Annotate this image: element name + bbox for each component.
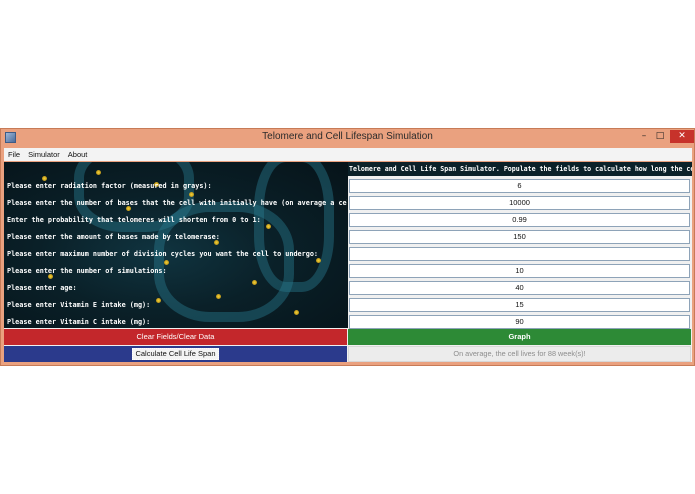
title-bar: Telomere and Cell Lifespan Simulation – …	[1, 129, 694, 146]
label-simulations: Please enter the number of simulations:	[7, 267, 167, 275]
telomere-dot	[189, 192, 194, 197]
simulations-input[interactable]: 10	[349, 264, 690, 278]
division-cycles-input[interactable]	[349, 247, 690, 261]
label-radiation: Please enter radiation factor (measured …	[7, 182, 212, 190]
label-vitamin-e: Please enter Vitamin E intake (mg):	[7, 301, 151, 309]
telomere-dot	[96, 170, 101, 175]
telomere-dot	[42, 176, 47, 181]
telomere-dot	[294, 310, 299, 315]
maximize-button[interactable]: □	[653, 130, 667, 143]
telomerase-bases-input[interactable]: 150	[349, 230, 690, 244]
menu-file[interactable]: File	[8, 150, 20, 159]
menu-simulator[interactable]: Simulator	[28, 150, 60, 159]
age-input[interactable]: 40	[349, 281, 690, 295]
close-button[interactable]: ✕	[670, 130, 694, 143]
label-vitamin-c: Please enter Vitamin C intake (mg):	[7, 318, 151, 326]
menu-bar: File Simulator About	[4, 148, 692, 161]
label-age: Please enter age:	[7, 284, 77, 292]
menu-about[interactable]: About	[68, 150, 88, 159]
telomere-dot	[266, 224, 271, 229]
telomere-dot	[164, 260, 169, 265]
minimize-button[interactable]: –	[637, 130, 651, 143]
initial-bases-input[interactable]: 10000	[349, 196, 690, 210]
label-initial-bases: Please enter the number of bases that th…	[7, 199, 347, 207]
instructions-header: Telomere and Cell Life Span Simulator. P…	[349, 165, 692, 173]
graph-button[interactable]: Graph	[348, 329, 691, 345]
content-area: Telomere and Cell Life Span Simulator. P…	[4, 162, 692, 362]
clear-fields-button[interactable]: Clear Fields/Clear Data	[4, 329, 347, 345]
label-telomerase-bases: Please enter the amount of bases made by…	[7, 233, 220, 241]
vitamin-e-input[interactable]: 15	[349, 298, 690, 312]
vitamin-c-input[interactable]: 90	[349, 315, 690, 329]
result-display: On average, the cell lives for 88 week(s…	[348, 346, 691, 362]
app-window: Telomere and Cell Lifespan Simulation – …	[0, 128, 695, 366]
radiation-input[interactable]: 6	[349, 179, 690, 193]
label-shorten-probability: Enter the probability that telomeres wil…	[7, 216, 261, 224]
label-division-cycles: Please enter maximum number of division …	[7, 250, 318, 258]
window-title: Telomere and Cell Lifespan Simulation	[262, 131, 433, 142]
telomere-dot	[316, 258, 321, 263]
shorten-probability-input[interactable]: 0.99	[349, 213, 690, 227]
telomere-dot	[216, 294, 221, 299]
calculate-button-label: Calculate Cell Life Span	[132, 348, 219, 360]
calculate-button[interactable]: Calculate Cell Life Span	[4, 346, 347, 362]
